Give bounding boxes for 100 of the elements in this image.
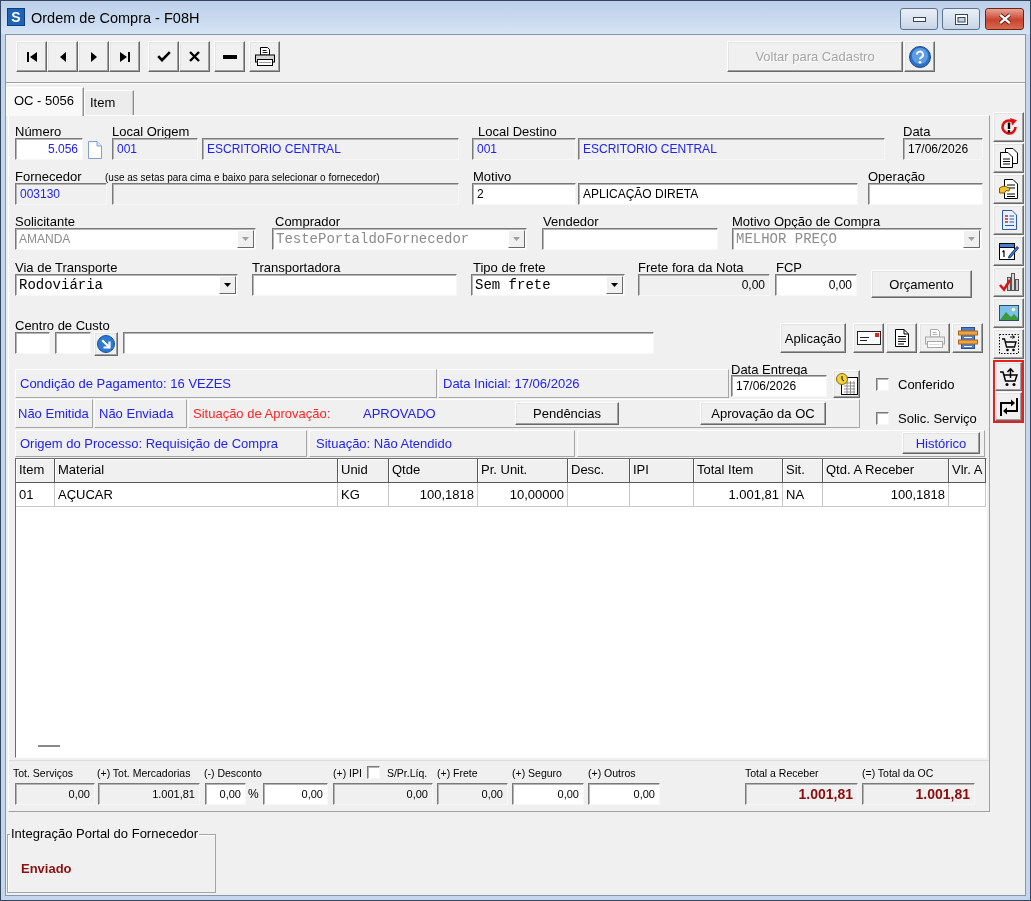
document-hand-button[interactable] [993, 174, 1024, 204]
origin-code-field[interactable]: 001 [112, 138, 198, 160]
previous-record-button[interactable] [47, 41, 78, 72]
approval-label: Situação de Aprovação: [193, 406, 331, 422]
calendar-edit-button[interactable] [993, 236, 1024, 266]
next-record-button[interactable] [78, 41, 109, 72]
other-costs-field[interactable]: 0,00 [588, 783, 660, 805]
loop-arrows-button[interactable] [995, 392, 1022, 421]
approval-button[interactable]: Aprovação da OC [700, 402, 826, 425]
group-title: Integração Portal do Fornecedor [10, 827, 200, 841]
delivery-date-field[interactable]: 17/06/2026 [731, 375, 827, 397]
field-label: Via de Transporte [15, 261, 118, 275]
close-button[interactable] [985, 8, 1024, 30]
discount-value-field[interactable]: 0,00 [263, 783, 328, 805]
table-cell: 1.001,81 [694, 483, 783, 507]
first-record-button[interactable] [16, 41, 47, 72]
seller-field[interactable] [542, 228, 718, 250]
destination-name-field[interactable]: ESCRITORIO CENTRAL [578, 138, 885, 160]
budget-button[interactable]: Orçamento [871, 270, 972, 298]
transport-dropdown[interactable]: Rodoviária [15, 274, 238, 296]
checkbox[interactable] [876, 377, 889, 391]
table-cell: AÇUCAR [55, 483, 338, 507]
envelope-button[interactable] [853, 323, 884, 353]
supplier-name-field[interactable] [112, 183, 459, 205]
printer-icon [254, 47, 275, 66]
history-button[interactable]: Histórico [902, 432, 980, 454]
column-header: Item [16, 459, 55, 483]
lookup-button[interactable] [94, 332, 118, 356]
origin-name-field[interactable]: ESCRITORIO CENTRAL [202, 138, 459, 160]
field-label: Vendedor [543, 215, 599, 229]
report-button[interactable] [993, 205, 1024, 235]
cost-center-subcode-field[interactable] [55, 332, 91, 354]
tab[interactable]: Item [84, 90, 134, 115]
minus-icon [222, 54, 237, 59]
total-label: (+) Seguro [512, 766, 562, 780]
freight-total-field[interactable]: 0,00 [437, 783, 508, 805]
tab[interactable]: OC - 5056 [6, 87, 84, 116]
services-total-field[interactable]: 0,00 [15, 783, 95, 805]
order-total-field[interactable]: 1.001,81 [862, 783, 975, 805]
calendar-button[interactable] [833, 370, 860, 398]
total-label: S/Pr.Líq. [386, 766, 428, 780]
freight-type-dropdown[interactable]: Sem frete [471, 274, 625, 296]
fcp-field[interactable]: 0,00 [775, 274, 857, 296]
total-label: (+) IPI [333, 766, 362, 780]
column-header: Desc. [568, 459, 630, 483]
number-field[interactable]: 5.056 [15, 138, 83, 160]
alert-refresh-icon [998, 117, 1019, 137]
carrier-field[interactable] [252, 274, 457, 296]
discount-percent-field[interactable]: 0,00 [205, 783, 246, 805]
field-label: Transportadora [252, 261, 341, 275]
maximize-button[interactable] [942, 8, 980, 30]
file-stack-button[interactable] [952, 323, 983, 353]
envelope-icon [856, 331, 881, 345]
destination-code-field[interactable]: 001 [472, 138, 576, 160]
reason-field[interactable]: APLICAÇÃO DIRETA [578, 183, 858, 205]
checkbox-label: Conferido [898, 378, 955, 392]
copy-button[interactable] [993, 143, 1024, 173]
pending-button[interactable]: Pendências [515, 402, 619, 425]
delete-button[interactable] [214, 41, 245, 72]
cost-center-code-field[interactable] [15, 332, 50, 354]
hint-text: (use as setas para cima e baixo para selecionar o fornecedor) [105, 171, 380, 185]
document-icon [894, 329, 909, 347]
column-header: Unid [338, 459, 389, 483]
cart-upload-button[interactable] [995, 362, 1022, 391]
checkbox[interactable] [366, 766, 380, 779]
alert-refresh-button[interactable] [993, 112, 1024, 142]
print-button[interactable] [249, 41, 280, 72]
date-field[interactable]: 17/06/2026 [903, 138, 983, 160]
total-label: Total a Receber [745, 766, 819, 780]
ipi-total-field[interactable]: 0,00 [333, 783, 433, 805]
goods-total-field[interactable]: 1.001,81 [98, 783, 200, 805]
insurance-total-field[interactable]: 0,00 [512, 783, 584, 805]
help-icon [908, 45, 931, 68]
receivable-total-field[interactable]: 1.001,81 [745, 783, 858, 805]
cross-icon [189, 51, 200, 62]
field-label: Operação [868, 170, 926, 184]
field-label: Solicitante [15, 215, 75, 229]
supplier-code-field[interactable]: 003130 [15, 183, 107, 205]
table-cell [949, 483, 986, 507]
last-record-button[interactable] [109, 41, 140, 72]
chart-button[interactable] [993, 267, 1024, 297]
picture-button[interactable] [993, 298, 1024, 328]
table-cell: 10,00000 [478, 483, 568, 507]
confirm-button[interactable] [148, 41, 179, 72]
skip-end-icon [119, 51, 130, 62]
application-button[interactable]: Aplicação [780, 323, 846, 353]
minimize-button[interactable] [900, 8, 938, 30]
reason-code-field[interactable]: 2 [472, 183, 576, 205]
external-freight-field[interactable]: 0,00 [638, 274, 770, 296]
checkbox[interactable] [876, 411, 889, 425]
cost-center-name-field[interactable] [123, 332, 654, 354]
field-label: FCP [776, 261, 802, 275]
field-label: Data Entrega [731, 363, 808, 377]
sending-status-cell: Não Enviada [94, 399, 187, 428]
help-button[interactable] [904, 41, 935, 72]
document-button[interactable] [886, 323, 917, 353]
cancel-button[interactable] [179, 41, 210, 72]
triangle-left-icon [59, 51, 66, 62]
operation-field[interactable] [868, 183, 983, 205]
cart-box-button[interactable] [993, 329, 1024, 359]
